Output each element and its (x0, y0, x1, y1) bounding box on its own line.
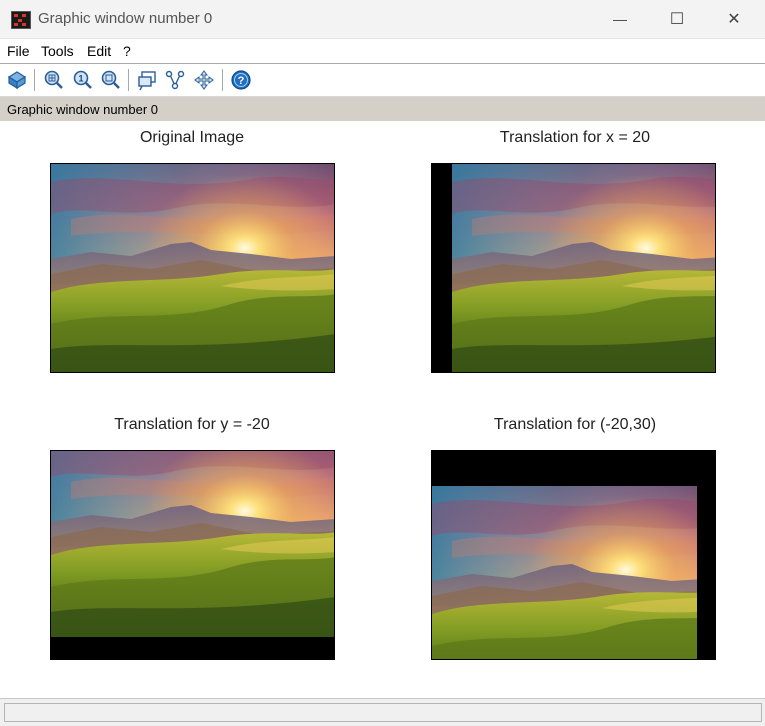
pan-icon[interactable] (193, 69, 215, 91)
plot-title-translate-x: Translation for x = 20 (499, 129, 651, 146)
image-translate-y (50, 450, 335, 660)
maximize-icon: ☐ (669, 11, 685, 28)
plot-title-translate-y: Translation for y = -20 (114, 416, 270, 433)
title-bar[interactable]: Graphic window number 0 — ☐ ✕ (0, 0, 765, 39)
toolbar: 1 ? (0, 64, 765, 97)
menu-edit[interactable]: Edit (87, 43, 111, 59)
image-translate-x (431, 163, 716, 373)
svg-text:1: 1 (78, 74, 83, 84)
zoom-area-icon[interactable] (43, 69, 65, 91)
zoom-icon[interactable] (100, 69, 122, 91)
toolbar-separator (222, 69, 223, 91)
figure-info-text: Graphic window number 0 (7, 102, 159, 117)
plot-area[interactable]: Original Image Translation for x = 20 Tr… (0, 121, 765, 698)
bottom-status-bar (0, 698, 765, 726)
menu-tools[interactable]: Tools (41, 43, 74, 59)
datatip-icon[interactable] (136, 69, 158, 91)
close-button[interactable]: ✕ (705, 0, 763, 38)
minimize-icon: — (613, 11, 627, 27)
figure-info-bar: Graphic window number 0 (0, 97, 765, 121)
status-field (4, 703, 762, 722)
image-original (50, 163, 335, 373)
window-title: Graphic window number 0 (38, 10, 213, 27)
menu-help[interactable]: ? (123, 43, 131, 59)
plot-title-original: Original Image (139, 129, 245, 146)
close-icon: ✕ (727, 11, 741, 28)
minimize-button[interactable]: — (591, 0, 649, 38)
svg-text:?: ? (238, 75, 245, 87)
zoom-reset-icon[interactable]: 1 (72, 69, 94, 91)
plot-title-translate-xy: Translation for (-20,30) (493, 416, 657, 433)
menu-bar: File Tools Edit ? (0, 39, 765, 64)
app-icon (11, 11, 31, 29)
rotate-3d-icon[interactable] (6, 69, 28, 91)
toolbar-separator (34, 69, 35, 91)
toolbar-separator (128, 69, 129, 91)
maximize-button[interactable]: ☐ (648, 0, 706, 38)
menu-file[interactable]: File (7, 43, 30, 59)
help-icon[interactable]: ? (230, 69, 252, 91)
image-translate-xy (431, 450, 716, 660)
graph-edit-icon[interactable] (164, 69, 186, 91)
